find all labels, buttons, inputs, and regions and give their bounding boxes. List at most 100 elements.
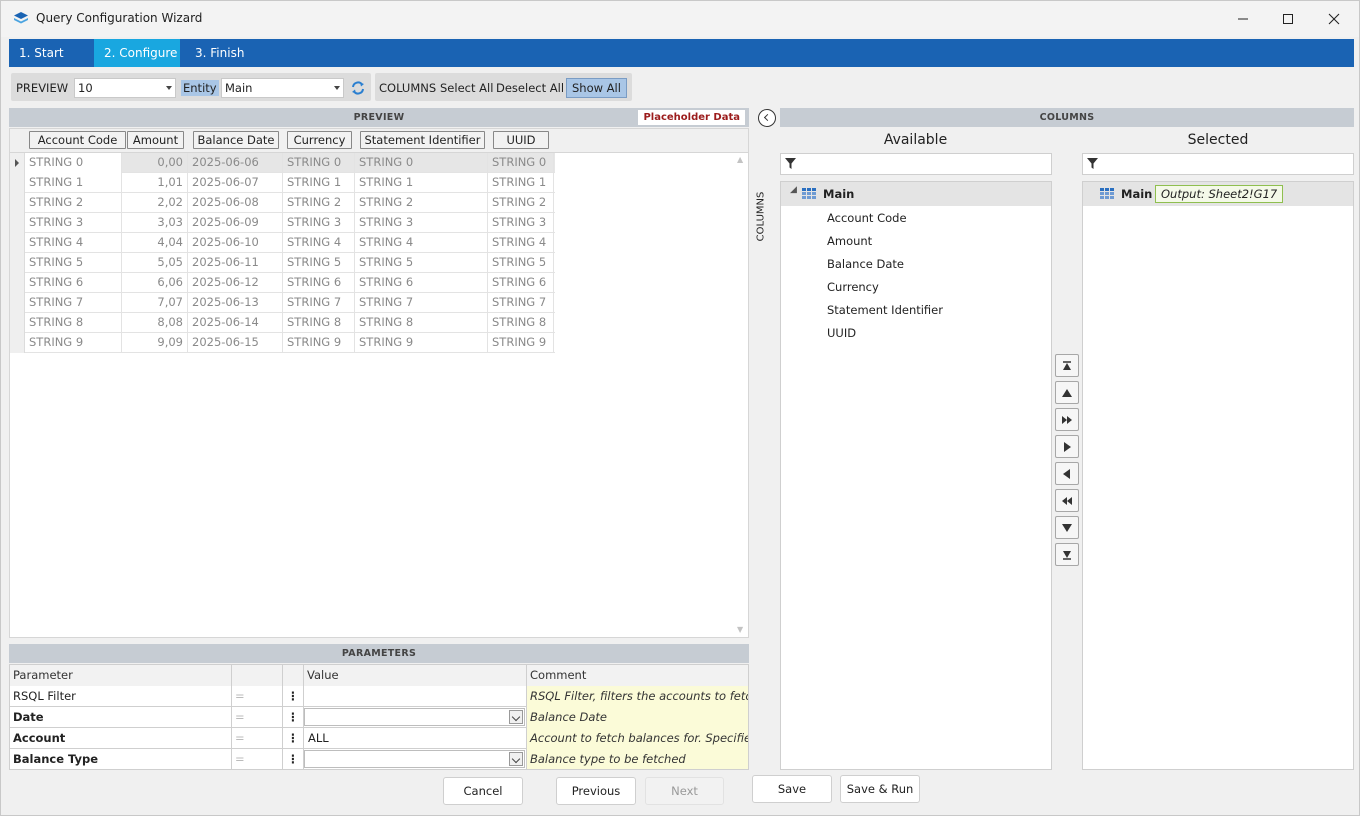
move-top-button[interactable] xyxy=(1055,354,1079,377)
table-cell[interactable]: STRING 6 xyxy=(488,273,554,293)
available-column-item[interactable]: Account Code xyxy=(827,211,907,225)
row-header[interactable] xyxy=(10,273,25,293)
table-cell[interactable]: STRING 8 xyxy=(25,313,122,333)
chevron-down-icon[interactable] xyxy=(509,752,523,766)
available-column-item[interactable]: Currency xyxy=(827,280,879,294)
available-column-item[interactable]: Statement Identifier xyxy=(827,303,943,317)
row-header[interactable] xyxy=(10,293,25,313)
col-header-balance-date[interactable]: Balance Date xyxy=(193,131,279,149)
tab-start[interactable]: 1. Start xyxy=(9,39,91,67)
table-cell[interactable]: STRING 5 xyxy=(488,253,554,273)
row-header[interactable] xyxy=(10,213,25,233)
table-cell[interactable]: STRING 6 xyxy=(283,273,355,293)
col-header-currency[interactable]: Currency xyxy=(287,131,352,149)
parameter-menu-button[interactable]: ⋮ xyxy=(283,728,304,749)
table-cell[interactable]: STRING 2 xyxy=(355,193,488,213)
col-header-uuid[interactable]: UUID xyxy=(493,131,549,149)
previous-button[interactable]: Previous xyxy=(556,777,636,805)
table-cell[interactable]: STRING 9 xyxy=(488,333,554,353)
parameter-value-select[interactable] xyxy=(304,750,525,768)
next-button[interactable]: Next xyxy=(645,777,724,805)
table-cell[interactable]: STRING 3 xyxy=(488,213,554,233)
deselect-all-button[interactable]: Deselect All xyxy=(496,81,564,95)
entity-select[interactable]: Main xyxy=(221,78,344,98)
table-cell[interactable]: 0,00 xyxy=(122,153,188,173)
table-cell[interactable]: 2025-06-14 xyxy=(188,313,283,333)
save-button[interactable]: Save xyxy=(752,775,832,803)
scroll-down-icon[interactable]: ▼ xyxy=(737,626,745,634)
show-all-button[interactable]: Show All xyxy=(566,78,627,98)
output-location-badge[interactable]: Output: Sheet2!G17 xyxy=(1155,185,1284,203)
table-cell[interactable]: STRING 7 xyxy=(355,293,488,313)
table-cell[interactable]: STRING 3 xyxy=(283,213,355,233)
table-cell[interactable]: 2025-06-11 xyxy=(188,253,283,273)
table-cell[interactable]: STRING 9 xyxy=(283,333,355,353)
table-cell[interactable]: 2,02 xyxy=(122,193,188,213)
parameter-value-select[interactable] xyxy=(304,708,525,726)
table-cell[interactable]: 5,05 xyxy=(122,253,188,273)
table-row[interactable]: STRING 9 9,09 2025-06-15 STRING 9 STRING 9 ST… xyxy=(10,333,555,353)
table-cell[interactable]: STRING 0 xyxy=(283,153,355,173)
table-cell[interactable]: STRING 7 xyxy=(283,293,355,313)
table-cell[interactable]: STRING 7 xyxy=(25,293,122,313)
table-cell[interactable]: 8,08 xyxy=(122,313,188,333)
available-tree-root[interactable]: ◢ Main xyxy=(781,182,1051,206)
tab-configure[interactable]: 2. Configure xyxy=(94,39,180,67)
add-all-button[interactable] xyxy=(1055,408,1079,431)
table-cell[interactable]: 2025-06-07 xyxy=(188,173,283,193)
table-cell[interactable]: 4,04 xyxy=(122,233,188,253)
table-cell[interactable]: STRING 2 xyxy=(488,193,554,213)
table-row[interactable]: STRING 8 8,08 2025-06-14 STRING 8 STRING 8 ST… xyxy=(10,313,555,333)
available-column-item[interactable]: Balance Date xyxy=(827,257,904,271)
table-cell[interactable]: STRING 5 xyxy=(25,253,122,273)
parameter-value-field[interactable] xyxy=(304,707,527,728)
refresh-icon[interactable] xyxy=(350,80,366,96)
move-bottom-button[interactable] xyxy=(1055,543,1079,566)
table-cell[interactable]: 2025-06-15 xyxy=(188,333,283,353)
table-row[interactable]: STRING 4 4,04 2025-06-10 STRING 4 STRING 4 ST… xyxy=(10,233,555,253)
table-cell[interactable]: STRING 7 xyxy=(488,293,554,313)
collapse-columns-icon[interactable] xyxy=(758,109,776,127)
table-cell[interactable]: STRING 6 xyxy=(355,273,488,293)
remove-button[interactable] xyxy=(1055,462,1079,485)
table-cell[interactable]: STRING 2 xyxy=(283,193,355,213)
col-header-amount[interactable]: Amount xyxy=(127,131,184,149)
add-button[interactable] xyxy=(1055,435,1079,458)
available-column-item[interactable]: UUID xyxy=(827,326,856,340)
col-header-account-code[interactable]: Account Code xyxy=(29,131,126,149)
move-up-button[interactable] xyxy=(1055,381,1079,404)
select-all-button[interactable]: Select All xyxy=(440,81,493,95)
table-cell[interactable]: 2025-06-09 xyxy=(188,213,283,233)
parameter-menu-button[interactable]: ⋮ xyxy=(283,686,304,707)
table-cell[interactable]: 9,09 xyxy=(122,333,188,353)
save-run-button[interactable]: Save & Run xyxy=(840,775,920,803)
row-header[interactable] xyxy=(10,333,25,353)
table-cell[interactable]: STRING 8 xyxy=(355,313,488,333)
table-row[interactable]: STRING 1 1,01 2025-06-07 STRING 1 STRING 1 ST… xyxy=(10,173,555,193)
available-column-item[interactable]: Amount xyxy=(827,234,872,248)
table-cell[interactable]: STRING 0 xyxy=(488,153,554,173)
preview-vertical-scrollbar[interactable]: ▲ ▼ xyxy=(734,153,748,637)
table-row[interactable]: STRING 0 0,00 2025-06-06 STRING 0 STRING 0 ST… xyxy=(10,153,555,173)
move-down-button[interactable] xyxy=(1055,516,1079,539)
collapse-arrow-icon[interactable]: ◢ xyxy=(790,185,797,195)
table-cell[interactable]: STRING 1 xyxy=(488,173,554,193)
preview-count-select[interactable]: 10 xyxy=(74,78,176,98)
chevron-down-icon[interactable] xyxy=(509,710,523,724)
parameter-operator[interactable]: = xyxy=(232,749,283,769)
row-header[interactable] xyxy=(10,173,25,193)
parameter-value-field[interactable] xyxy=(304,749,527,769)
close-button[interactable] xyxy=(1311,1,1357,37)
row-header[interactable] xyxy=(10,313,25,333)
row-header[interactable] xyxy=(10,153,25,173)
parameter-operator[interactable]: = xyxy=(232,728,283,749)
table-cell[interactable]: 2025-06-12 xyxy=(188,273,283,293)
table-cell[interactable]: STRING 4 xyxy=(283,233,355,253)
table-cell[interactable]: STRING 3 xyxy=(25,213,122,233)
table-cell[interactable]: STRING 1 xyxy=(355,173,488,193)
table-cell[interactable]: STRING 8 xyxy=(283,313,355,333)
table-cell[interactable]: STRING 6 xyxy=(25,273,122,293)
parameter-operator[interactable]: = xyxy=(232,707,283,728)
table-row[interactable]: STRING 6 6,06 2025-06-12 STRING 6 STRING 6 ST… xyxy=(10,273,555,293)
table-cell[interactable]: 3,03 xyxy=(122,213,188,233)
